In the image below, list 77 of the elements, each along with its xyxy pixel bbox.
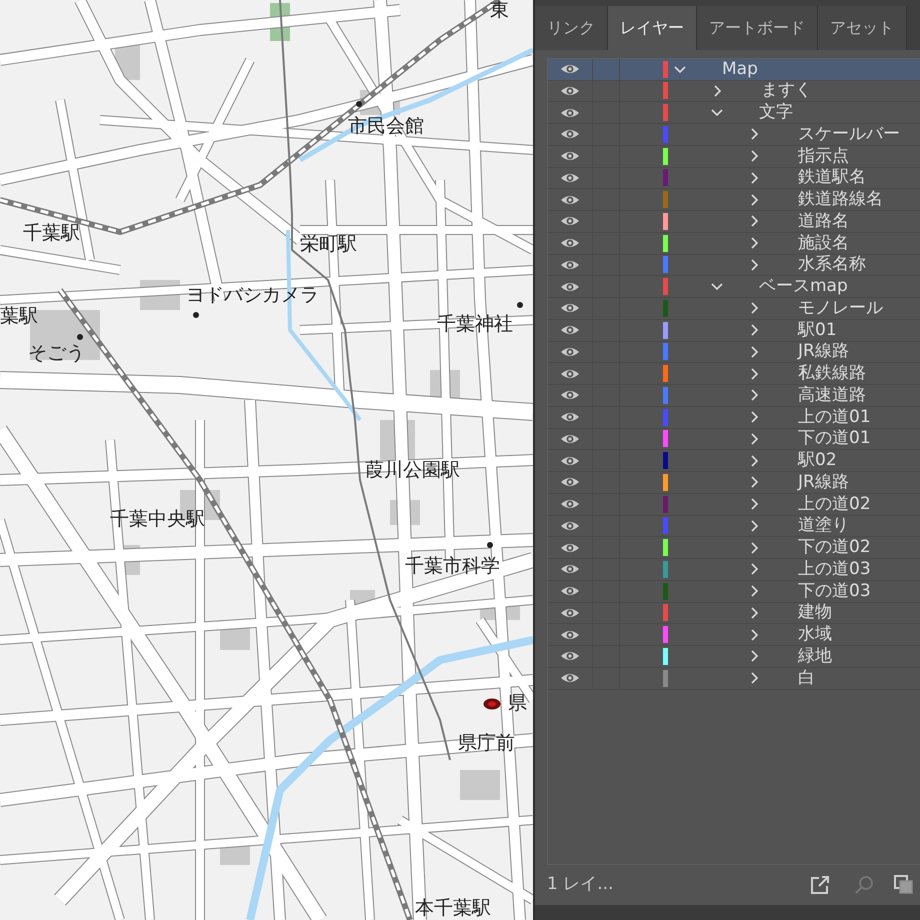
layer-name: JR線路 [798,343,849,360]
map-label: 千葉市科学 [405,556,500,577]
layer-name: 施設名 [798,234,849,252]
layer-name: 文字 [759,104,793,122]
layer-row[interactable]: 上の道03 [548,559,920,581]
layer-row[interactable]: 文字 [548,102,920,124]
layer-row[interactable]: モノレール [548,298,920,320]
panel-tab[interactable]: アートボード [697,6,818,50]
map-label: そごう [28,343,85,364]
layer-name: 上の道03 [798,560,871,578]
layer-row[interactable]: 鉄道路線名 [548,189,920,212]
layer-name: 上の道01 [798,408,871,426]
layer-name: 緑地 [798,648,832,665]
layer-name: 水系名称 [798,256,866,274]
layer-row[interactable]: 白 [548,668,920,690]
layer-row[interactable]: 下の道03 [548,580,920,603]
layer-row[interactable]: スケールバー [548,124,920,146]
layer-name: 建物 [798,604,832,622]
map-label: ヨドバシカメラ [186,285,319,306]
layer-row[interactable]: 水系名称 [548,254,920,276]
layer-row[interactable]: ますく [548,80,920,102]
layer-name: 道塗り [798,517,849,534]
layer-row[interactable]: 上の道02 [548,494,920,516]
layer-name: ベースmap [759,278,848,296]
layer-row[interactable]: 施設名 [548,232,920,255]
layer-name: 高速道路 [798,386,866,404]
panel-tab[interactable]: レイヤー [608,6,697,50]
map-label: 県庁前 [458,733,515,754]
layer-row[interactable]: 駅02 [548,450,920,472]
layer-name: 下の道01 [798,430,871,448]
layer-row[interactable]: JR線路 [548,342,920,364]
panel-tab[interactable]: リンク [535,6,608,50]
layer-name: Map [722,60,758,78]
layer-name: モノレール [798,300,883,317]
layer-name: 駅02 [798,452,837,470]
layer-row[interactable]: 私鉄線路 [548,363,920,386]
layer-name: JR線路 [798,474,849,491]
layer-row[interactable]: JR線路 [548,472,920,494]
layer-row[interactable]: Map [548,58,920,81]
layer-name: 鉄道駅名 [798,169,866,186]
layer-name: 下の道02 [798,539,871,556]
panel-tab[interactable]: アセット [818,6,907,50]
layer-row[interactable]: 水域 [548,624,920,646]
layer-name: 水域 [798,626,832,644]
map-label: 本千葉駅 [415,898,491,919]
map-label: 東 [490,0,509,21]
layer-row[interactable]: 道塗り [548,516,920,538]
map-label: 葭川公園駅 [365,460,460,481]
layer-row[interactable]: 指示点 [548,146,920,168]
layer-row[interactable]: 駅01 [548,320,920,342]
layer-name: 上の道02 [798,496,871,513]
map-label: 千葉神社 [437,314,513,335]
layer-name: 道路名 [798,212,849,230]
layer-name: スケールバー [798,126,900,143]
map-label: 市民会館 [348,116,424,137]
layer-row[interactable]: 緑地 [548,646,920,668]
layer-name: 鉄道路線名 [798,191,883,208]
map-label: 県 [508,693,527,714]
map-label: 千葉駅 [23,223,80,244]
layer-name: 私鉄線路 [798,365,866,382]
layer-row[interactable]: 上の道01 [548,406,920,429]
layer-name: 下の道03 [798,582,871,600]
layer-row[interactable]: ベースmap [548,276,920,298]
layer-row[interactable]: 高速道路 [548,385,920,407]
map-label: 千葉中央駅 [110,509,205,530]
layer-row[interactable]: 下の道01 [548,428,920,450]
layer-row[interactable]: 下の道02 [548,537,920,560]
map-label: 葉駅 [0,306,38,327]
layer-row[interactable]: 鉄道駅名 [548,168,920,190]
layer-name: ますく [761,82,812,100]
layer-row[interactable]: 道路名 [548,211,920,233]
layer-count-text: 1 レイ... [547,873,614,896]
layer-name: 指示点 [798,148,849,165]
layer-row[interactable]: 建物 [548,602,920,624]
map-label: 栄町駅 [300,234,357,255]
layer-name: 白 [798,670,815,687]
layer-name: 駅01 [798,322,837,339]
